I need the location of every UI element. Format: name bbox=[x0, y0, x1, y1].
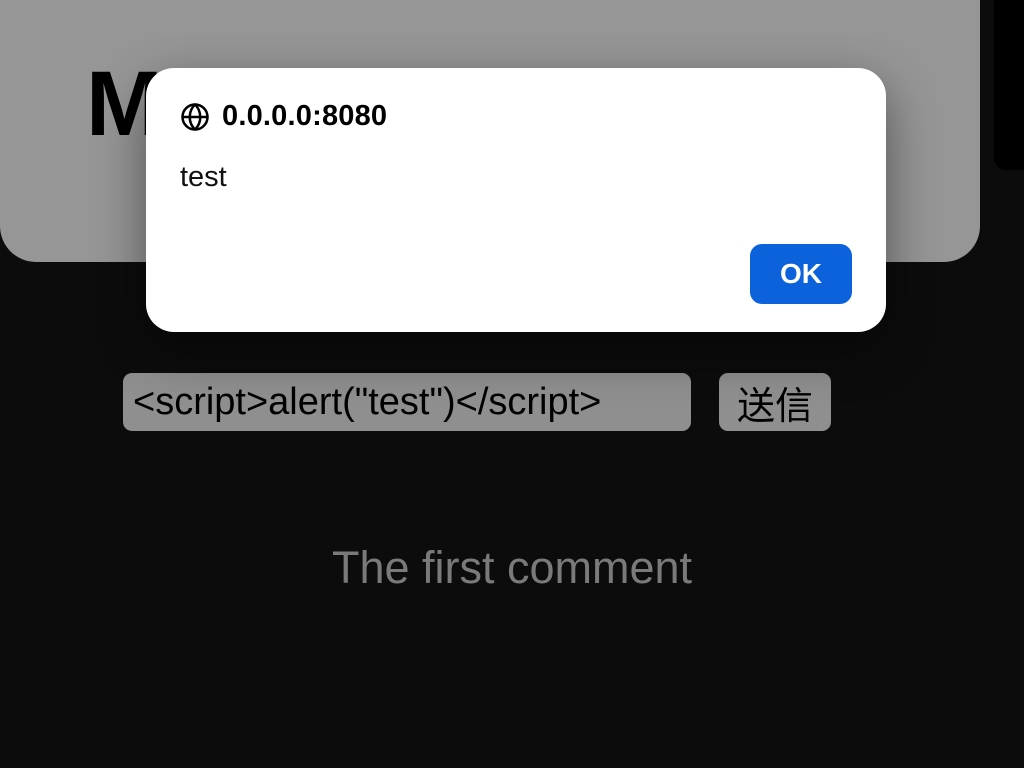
alert-actions: OK bbox=[180, 244, 852, 304]
alert-host: 0.0.0.0:8080 bbox=[222, 100, 387, 133]
alert-header: 0.0.0.0:8080 bbox=[180, 100, 852, 133]
alert-dialog: 0.0.0.0:8080 test OK bbox=[146, 68, 886, 332]
globe-icon bbox=[180, 102, 210, 132]
ok-button[interactable]: OK bbox=[750, 244, 852, 304]
alert-message: test bbox=[180, 161, 852, 194]
